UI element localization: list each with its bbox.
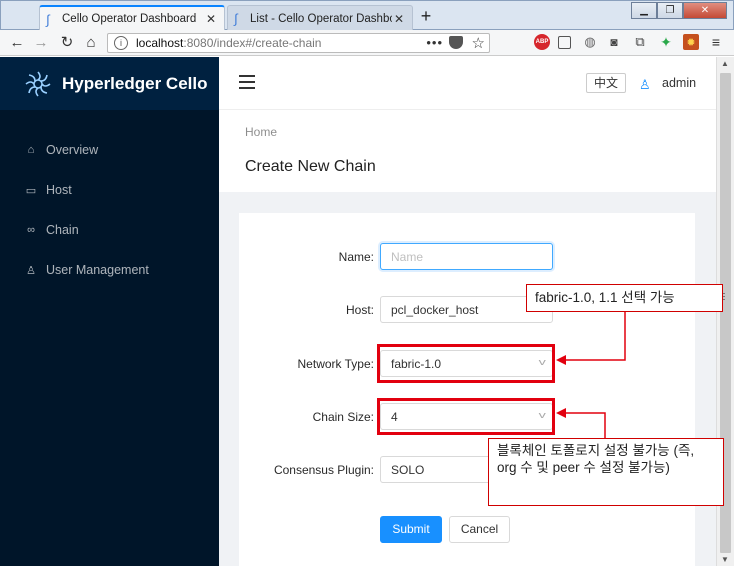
- annotation-callout-network: fabric-1.0, 1.1 선택 가능: [526, 284, 723, 312]
- annotation-callout-topology: 블록체인 토폴로지 설정 불가능 (즉, org 수 및 peer 수 설정 불…: [488, 438, 724, 506]
